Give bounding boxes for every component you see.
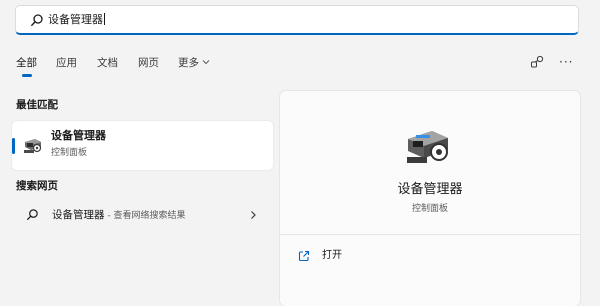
tab-all[interactable]: 全部 xyxy=(16,56,37,70)
active-tab-indicator xyxy=(22,74,32,77)
tab-more-label: 更多 xyxy=(178,57,199,69)
device-manager-icon xyxy=(24,139,42,153)
web-search-suffix: - 查看网络搜索结果 xyxy=(104,211,186,221)
web-search-query: 设备管理器 xyxy=(52,209,105,221)
web-search-result[interactable]: 设备管理器 - 查看网络搜索结果 xyxy=(12,203,273,227)
open-label: 打开 xyxy=(322,250,342,261)
details-subtitle: 控制面板 xyxy=(411,204,448,214)
text-caret xyxy=(104,13,105,25)
web-search-text: 设备管理器 - 查看网络搜索结果 xyxy=(52,208,185,223)
search-icon xyxy=(27,209,38,220)
chevron-right-icon xyxy=(251,211,256,219)
best-match-title: 设备管理器 xyxy=(51,129,106,142)
best-match-subtitle: 控制面板 xyxy=(51,148,88,158)
open-external-icon xyxy=(298,250,310,262)
selection-indicator xyxy=(12,138,15,154)
divider xyxy=(280,234,580,235)
tab-apps[interactable]: 应用 xyxy=(56,56,77,70)
details-panel: 设备管理器 控制面板 打开 xyxy=(280,91,580,306)
device-manager-icon xyxy=(407,131,448,163)
search-input[interactable]: 设备管理器 xyxy=(15,5,579,35)
chevron-down-icon xyxy=(202,60,210,65)
web-search-heading: 搜索网页 xyxy=(16,180,58,192)
tab-web[interactable]: 网页 xyxy=(138,56,159,70)
best-match-result[interactable]: 设备管理器 控制面板 xyxy=(12,121,273,170)
search-icon xyxy=(31,14,43,26)
details-title: 设备管理器 xyxy=(397,182,463,197)
share-icon[interactable] xyxy=(530,55,544,69)
tab-documents[interactable]: 文档 xyxy=(97,56,118,70)
ellipsis-icon[interactable]: ··· xyxy=(559,55,573,69)
tab-more[interactable]: 更多 xyxy=(178,56,210,70)
search-query-text: 设备管理器 xyxy=(48,13,105,26)
best-match-heading: 最佳匹配 xyxy=(16,99,58,111)
